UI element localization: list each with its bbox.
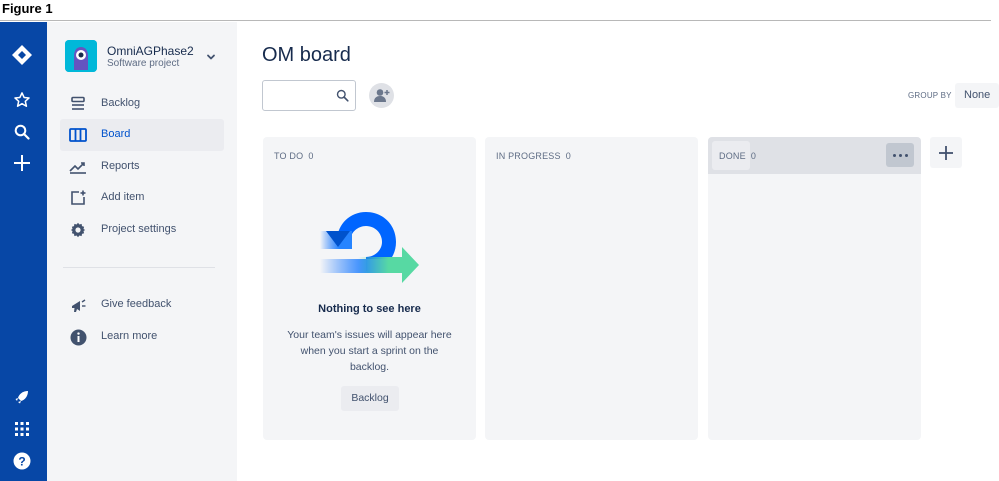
board-column-to-do: TO DO 0 Nothing to see here Your team's … bbox=[263, 137, 476, 440]
plus-icon bbox=[939, 145, 953, 160]
search-input[interactable] bbox=[262, 80, 356, 111]
empty-state-title: Nothing to see here bbox=[318, 303, 421, 315]
board-icon bbox=[69, 126, 87, 144]
more-dot-icon bbox=[904, 153, 908, 157]
project-name[interactable]: OmniAGPhase2 bbox=[107, 44, 194, 58]
page-title: OM board bbox=[262, 44, 351, 66]
sidebar-divider bbox=[63, 267, 215, 268]
column-header[interactable]: IN PROGRESS 0 bbox=[485, 137, 698, 174]
sidebar-item-label: Board bbox=[101, 128, 131, 140]
global-nav: ? bbox=[0, 22, 47, 481]
board-main: OM board GROUP BY None TO DO 0 Nothing t… bbox=[237, 22, 999, 481]
info-icon bbox=[69, 328, 87, 346]
help-icon[interactable]: ? bbox=[10, 449, 34, 473]
column-title-text: TO DO bbox=[274, 151, 304, 161]
column-title-text: IN PROGRESS bbox=[496, 151, 561, 161]
star-icon[interactable] bbox=[10, 88, 34, 112]
more-dot-icon bbox=[898, 153, 902, 157]
board-column-done: DONE 0 bbox=[708, 137, 921, 440]
chevron-down-icon[interactable] bbox=[205, 50, 217, 62]
empty-board-illustration bbox=[318, 209, 422, 291]
go-to-backlog-button[interactable]: Backlog bbox=[341, 386, 399, 411]
empty-state-description: Your team's issues will appear here when… bbox=[287, 329, 452, 373]
add-item-icon bbox=[69, 189, 87, 207]
search-icon bbox=[336, 89, 349, 102]
add-column-button[interactable] bbox=[930, 137, 962, 168]
search-icon[interactable] bbox=[10, 120, 34, 144]
column-count: 0 bbox=[565, 151, 571, 161]
project-sidebar: OmniAGPhase2 Software project Backlog Bo… bbox=[47, 22, 237, 481]
sidebar-item-label: Add item bbox=[101, 191, 145, 203]
sidebar-item-label: Backlog bbox=[101, 97, 141, 109]
jira-app: ? OmniAGPhase2 Software project Backlog … bbox=[0, 22, 999, 481]
backlog-icon bbox=[69, 95, 87, 113]
column-title-text: DONE bbox=[719, 151, 746, 161]
sidebar-item-reports[interactable]: Reports bbox=[60, 151, 224, 183]
sidebar-item-label: Reports bbox=[101, 160, 140, 172]
sidebar-item-board[interactable]: Board bbox=[60, 119, 224, 151]
group-by-label: GROUP BY bbox=[908, 91, 952, 100]
column-title: DONE 0 bbox=[719, 151, 756, 161]
column-more-actions-button[interactable] bbox=[886, 143, 914, 167]
column-count: 0 bbox=[750, 151, 757, 161]
project-type: Software project bbox=[107, 58, 180, 69]
plus-icon[interactable] bbox=[10, 151, 34, 175]
jira-logo-icon[interactable] bbox=[10, 43, 34, 67]
project-avatar[interactable] bbox=[65, 40, 97, 72]
more-dot-icon bbox=[892, 153, 896, 157]
column-title: TO DO 0 bbox=[274, 151, 314, 161]
column-title: IN PROGRESS 0 bbox=[496, 151, 571, 161]
rocket-icon[interactable] bbox=[10, 385, 34, 409]
column-count: 0 bbox=[308, 151, 314, 161]
app-switcher-icon[interactable] bbox=[10, 417, 34, 441]
gear-icon bbox=[69, 221, 87, 239]
group-by-select[interactable]: None bbox=[955, 83, 999, 108]
column-header[interactable]: TO DO 0 bbox=[263, 137, 476, 174]
add-person-icon bbox=[374, 89, 390, 102]
sidebar-item-add-item[interactable]: Add item bbox=[60, 182, 224, 214]
sidebar-item-label: Give feedback bbox=[101, 298, 172, 310]
svg-text:?: ? bbox=[18, 455, 25, 469]
sidebar-item-backlog[interactable]: Backlog bbox=[60, 88, 224, 120]
sidebar-item-learn-more[interactable]: Learn more bbox=[60, 321, 224, 353]
board-column-in-progress: IN PROGRESS 0 bbox=[485, 137, 698, 440]
reports-icon bbox=[69, 158, 87, 176]
sidebar-item-label: Project settings bbox=[101, 223, 177, 235]
sidebar-item-give-feedback[interactable]: Give feedback bbox=[60, 289, 224, 321]
figure-rule bbox=[0, 20, 991, 21]
figure-label: Figure 1 bbox=[2, 1, 53, 16]
sidebar-item-label: Learn more bbox=[101, 330, 158, 342]
megaphone-icon bbox=[69, 296, 87, 314]
sidebar-item-project-settings[interactable]: Project settings bbox=[60, 214, 224, 246]
column-header[interactable]: DONE 0 bbox=[708, 137, 921, 174]
add-people-button[interactable] bbox=[369, 83, 394, 108]
